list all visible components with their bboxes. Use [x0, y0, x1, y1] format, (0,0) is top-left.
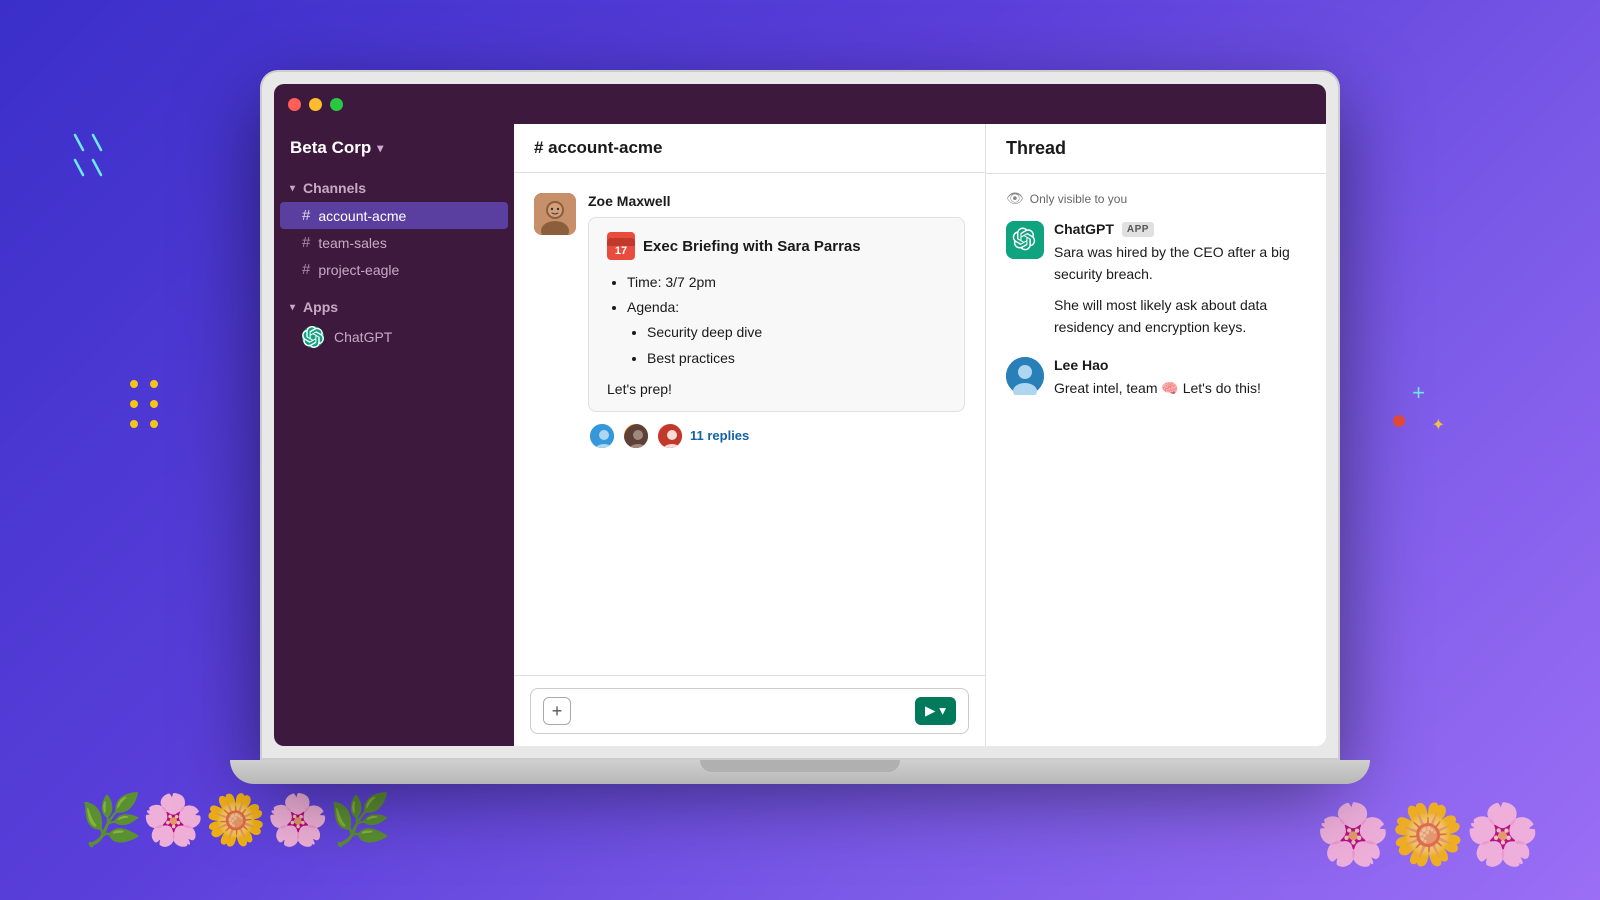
laptop-screen: Beta Corp ▾ ▾ Channels # account-acme # [260, 70, 1340, 760]
chatgpt-thread-avatar [1006, 221, 1044, 259]
agenda-item: Agenda: Security deep dive Best practice… [627, 295, 946, 371]
lee-sender-name: Lee Hao [1054, 357, 1108, 373]
meeting-card: 17 Exec Briefing with Sara Parras Time: … [588, 217, 965, 412]
reply-avatar-1 [588, 422, 616, 450]
agenda-subitem-2: Best practices [647, 346, 946, 371]
thread-replies-row: 11 replies [588, 422, 965, 450]
apps-section-header[interactable]: ▾ Apps [274, 293, 514, 321]
close-button[interactable] [288, 98, 301, 111]
apps-section: ▾ Apps ChatGPT [274, 293, 514, 353]
laptop-container: Beta Corp ▾ ▾ Channels # account-acme # [260, 70, 1340, 830]
message-input[interactable] [581, 703, 905, 719]
sidebar: Beta Corp ▾ ▾ Channels # account-acme # [274, 124, 514, 746]
workspace-chevron-icon: ▾ [377, 141, 383, 155]
lee-text: Great intel, team 🧠 Let's do this! [1054, 377, 1306, 399]
thread-message-chatgpt: ChatGPT APP Sara was hired by the CEO af… [1006, 221, 1306, 339]
apps-label: Apps [303, 299, 338, 315]
chatgpt-sender-row: ChatGPT APP [1054, 221, 1306, 237]
hash-icon-team-sales: # [302, 234, 310, 251]
chatgpt-app-label: ChatGPT [334, 329, 392, 345]
avatar-lee [1006, 357, 1044, 395]
app-window: Beta Corp ▾ ▾ Channels # account-acme # [274, 84, 1326, 746]
title-bar [274, 84, 1326, 124]
hash-icon-account-acme: # [302, 207, 310, 224]
visibility-banner: 👁 Only visible to you [1006, 190, 1306, 207]
sidebar-item-project-eagle[interactable]: # project-eagle [274, 256, 514, 283]
laptop-notch [700, 760, 900, 772]
sidebar-item-chatgpt[interactable]: ChatGPT [274, 321, 514, 353]
message-content-zoe: Zoe Maxwell 17 Exec Briefing with Sara P… [588, 193, 965, 450]
thread-message-lee: Lee Hao Great intel, team 🧠 Let's do thi… [1006, 357, 1306, 399]
agenda-subitem-1: Security deep dive [647, 320, 946, 345]
minimize-button[interactable] [309, 98, 322, 111]
send-dropdown-icon: ▾ [939, 703, 946, 719]
send-icon: ▶ [925, 703, 935, 719]
channels-triangle-icon: ▾ [290, 183, 295, 194]
lee-sender-row: Lee Hao [1054, 357, 1306, 373]
eye-icon: 👁 [1006, 190, 1024, 207]
app-content: Beta Corp ▾ ▾ Channels # account-acme # [274, 124, 1326, 746]
chatgpt-text-1: Sara was hired by the CEO after a big se… [1054, 241, 1306, 286]
channels-section-header[interactable]: ▾ Channels [274, 174, 514, 202]
channel-messages: Zoe Maxwell 17 Exec Briefing with Sara P… [514, 173, 985, 675]
chatgpt-sidebar-icon [302, 326, 324, 348]
hash-icon-project-eagle: # [302, 261, 310, 278]
meeting-details: Time: 3/7 2pm Agenda: Security deep dive… [607, 270, 946, 371]
thread-title: Thread [1006, 138, 1066, 158]
workspace-title: Beta Corp [290, 138, 371, 158]
meeting-title-text: Exec Briefing with Sara Parras [643, 238, 861, 255]
calendar-icon: 17 [607, 232, 635, 260]
channel-name-account-acme: account-acme [318, 208, 406, 224]
avatar-zoe [534, 193, 576, 235]
channel-name-project-eagle: project-eagle [318, 262, 399, 278]
laptop-base [230, 760, 1370, 784]
chatgpt-text-2: She will most likely ask about data resi… [1054, 294, 1306, 339]
maximize-button[interactable] [330, 98, 343, 111]
channel-name-team-sales: team-sales [318, 235, 386, 251]
visibility-text: Only visible to you [1030, 192, 1127, 206]
time-item: Time: 3/7 2pm [627, 270, 946, 295]
reply-avatar-2 [622, 422, 650, 450]
sidebar-item-team-sales[interactable]: # team-sales [274, 229, 514, 256]
thread-messages: 👁 Only visible to you [986, 174, 1326, 746]
reply-avatar-3 [656, 422, 684, 450]
message-zoe: Zoe Maxwell 17 Exec Briefing with Sara P… [534, 193, 965, 450]
message-input-area: + ▶ ▾ [514, 675, 985, 746]
lets-prep-text: Let's prep! [607, 381, 946, 397]
send-button[interactable]: ▶ ▾ [915, 697, 956, 725]
lee-message-content: Lee Hao Great intel, team 🧠 Let's do thi… [1054, 357, 1306, 399]
agenda-subitems: Security deep dive Best practices [627, 320, 946, 370]
channels-label: Channels [303, 180, 366, 196]
attach-button[interactable]: + [543, 697, 571, 725]
channel-main: # account-acme [514, 124, 986, 746]
chatgpt-message-content: ChatGPT APP Sara was hired by the CEO af… [1054, 221, 1306, 339]
workspace-name[interactable]: Beta Corp ▾ [274, 138, 514, 174]
sidebar-item-account-acme[interactable]: # account-acme [280, 202, 508, 229]
message-input-box: + ▶ ▾ [530, 688, 969, 734]
replies-count[interactable]: 11 replies [690, 428, 749, 443]
apps-triangle-icon: ▾ [290, 302, 295, 313]
app-badge: APP [1122, 222, 1154, 237]
flowers-right-decor: 🌸🌼🌸 [1316, 799, 1540, 870]
chatgpt-sender-name: ChatGPT [1054, 221, 1114, 237]
thread-header: Thread [986, 124, 1326, 174]
meeting-title: 17 Exec Briefing with Sara Parras [607, 232, 946, 260]
channel-header: # account-acme [514, 124, 985, 173]
thread-panel: Thread 👁 Only visible to you [986, 124, 1326, 746]
sender-name-zoe: Zoe Maxwell [588, 193, 965, 209]
channel-header-name: # account-acme [534, 138, 663, 158]
